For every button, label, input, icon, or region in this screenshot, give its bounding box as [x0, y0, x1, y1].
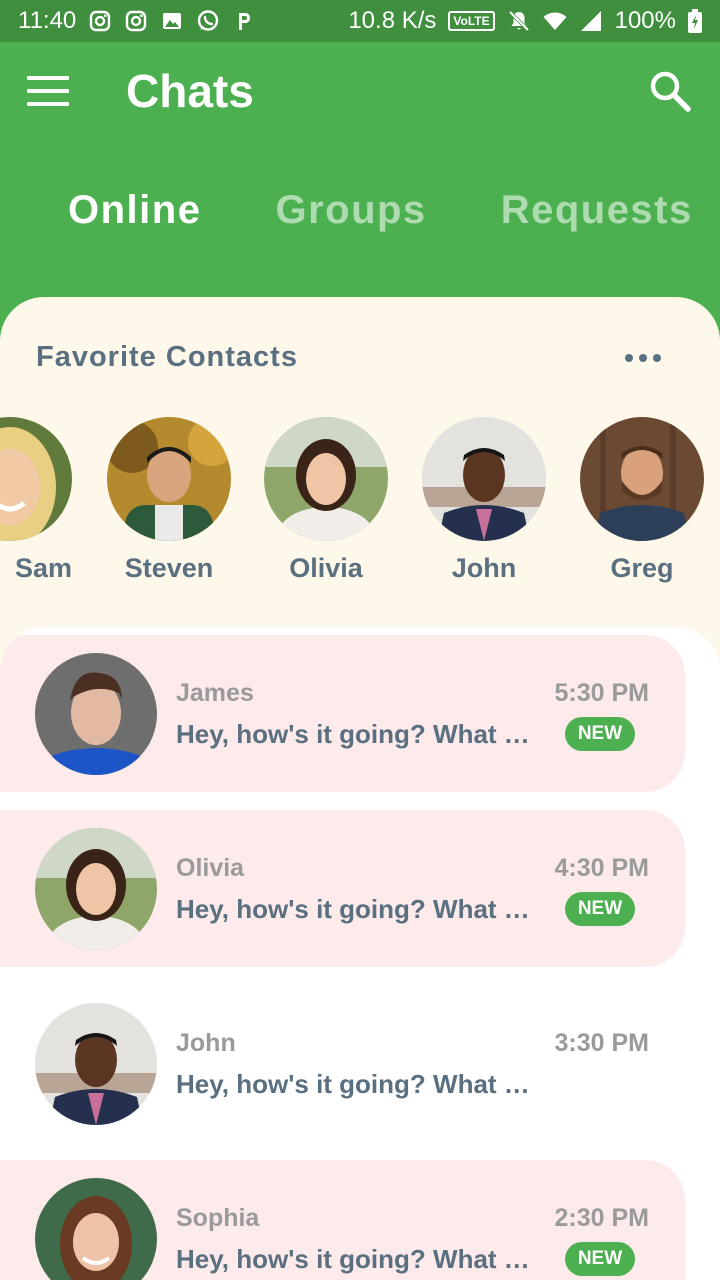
app-bar: Chats: [0, 42, 720, 140]
section-title: Favorite Contacts: [36, 341, 298, 373]
chat-row-james[interactable]: James Hey, how's it going? What … 5:30 P…: [0, 635, 685, 792]
chat-row-sophia[interactable]: Sophia Hey, how's it going? What … 2:30 …: [0, 1160, 685, 1280]
signal-icon: [579, 9, 603, 33]
tab-groups[interactable]: Groups: [275, 188, 426, 233]
instagram-icon: [124, 9, 148, 33]
contact-name: Steven: [124, 553, 214, 583]
contact-name: Sam: [14, 553, 72, 583]
contact-name: Olivia: [176, 854, 245, 882]
favorite-contact-steven[interactable]: Steven: [107, 417, 231, 584]
network-speed: 10.8 K/s: [348, 7, 437, 34]
whatsapp-icon: [196, 9, 220, 33]
status-bar: 11:40 10.8 K/s VoLTE 100%: [0, 0, 720, 42]
chat-row-olivia[interactable]: Olivia Hey, how's it going? What … 4:30 …: [0, 810, 685, 967]
paytm-icon: [232, 9, 256, 33]
contact-name: Sophia: [176, 1204, 260, 1232]
favorite-contact-john[interactable]: John: [422, 417, 546, 584]
contact-name: Greg: [610, 553, 674, 583]
status-time: 11:40: [18, 7, 77, 34]
hamburger-menu-icon[interactable]: [26, 69, 70, 113]
more-horizontal-icon[interactable]: [620, 341, 666, 375]
avatar: [35, 828, 157, 950]
new-badge: NEW: [565, 717, 635, 751]
new-badge: NEW: [565, 892, 635, 926]
avatar: [35, 653, 157, 775]
message-preview: Hey, how's it going? What …: [176, 1244, 530, 1274]
avatar: [35, 1178, 157, 1280]
tab-bar: Online Groups Requests: [68, 188, 693, 233]
message-time: 4:30 PM: [554, 854, 649, 882]
message-preview: Hey, how's it going? What …: [176, 1069, 530, 1099]
new-badge: NEW: [565, 1242, 635, 1276]
wifi-icon: [543, 9, 567, 33]
chat-row-john[interactable]: John Hey, how's it going? What … 3:30 PM: [0, 985, 685, 1142]
chat-list: James Hey, how's it going? What … 5:30 P…: [0, 627, 720, 1280]
favorite-contact-sam[interactable]: Sam: [0, 417, 72, 584]
tab-requests[interactable]: Requests: [501, 188, 693, 233]
contact-name: John: [176, 1029, 236, 1057]
page-title: Chats: [126, 65, 254, 117]
avatar: [107, 417, 231, 541]
tab-online[interactable]: Online: [68, 188, 201, 233]
avatar: [35, 1003, 157, 1125]
gallery-icon: [160, 9, 184, 33]
battery-icon: [688, 9, 702, 33]
contact-name: John: [451, 553, 517, 583]
favorite-contact-greg[interactable]: Greg: [580, 417, 704, 584]
message-time: 2:30 PM: [554, 1204, 649, 1232]
avatar: [580, 417, 704, 541]
message-preview: Hey, how's it going? What …: [176, 894, 530, 924]
avatar: [0, 417, 72, 541]
volte-badge: VoLTE: [448, 11, 495, 31]
message-time: 3:30 PM: [554, 1029, 649, 1057]
favorite-contact-olivia[interactable]: Olivia: [264, 417, 388, 584]
avatar: [422, 417, 546, 541]
message-preview: Hey, how's it going? What …: [176, 719, 530, 749]
avatar: [264, 417, 388, 541]
contact-name: Olivia: [289, 553, 363, 583]
contact-name: James: [176, 679, 254, 707]
instagram-icon: [88, 9, 112, 33]
mute-icon: [507, 9, 531, 33]
battery-level: 100%: [614, 7, 676, 34]
search-icon[interactable]: [646, 67, 694, 115]
message-time: 5:30 PM: [554, 679, 649, 707]
